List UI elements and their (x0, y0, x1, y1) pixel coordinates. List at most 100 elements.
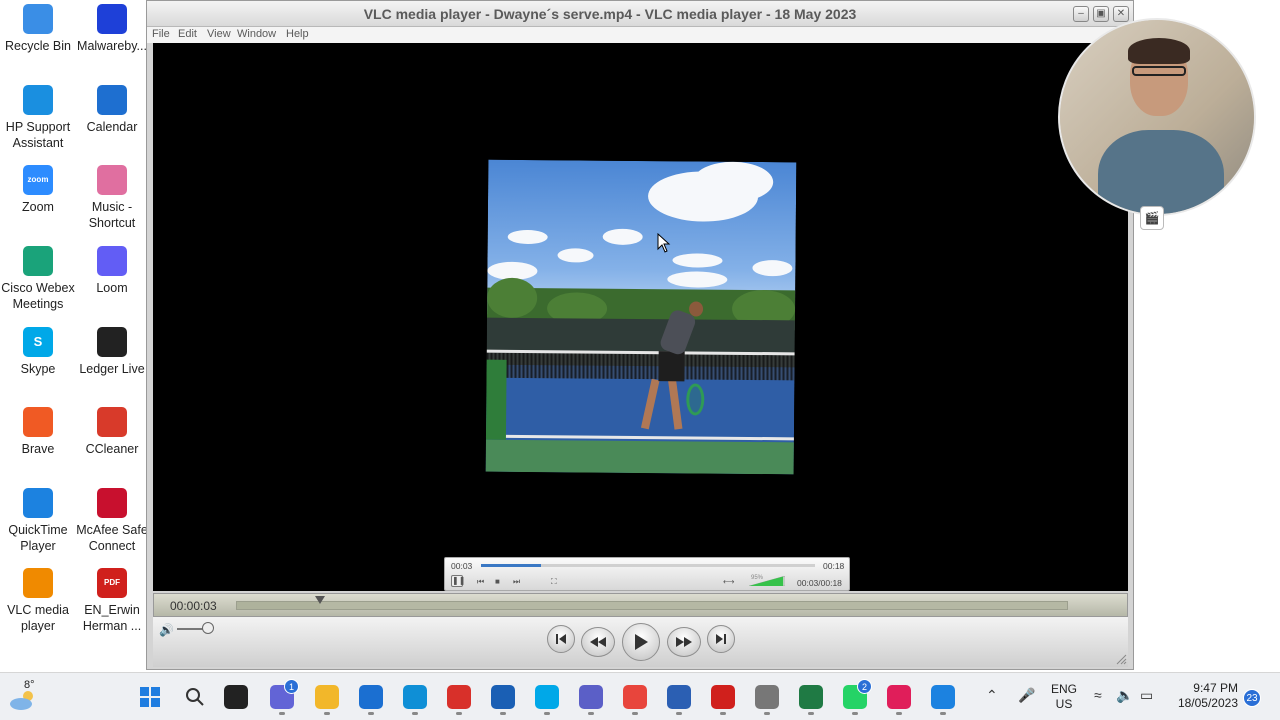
play-icon (635, 634, 648, 650)
webcam-bubble[interactable] (1058, 18, 1256, 216)
rewind-button[interactable] (581, 627, 615, 657)
frame-cloud (557, 248, 594, 263)
file-explorer-icon[interactable] (315, 685, 339, 709)
running-indicator (456, 712, 462, 715)
clock-date: 18/05/2023 (1177, 696, 1238, 710)
frame-player-head (689, 301, 704, 317)
excel-icon[interactable] (799, 685, 823, 709)
fast-forward-button[interactable] (667, 627, 701, 657)
running-indicator (588, 712, 594, 715)
skype-icon[interactable] (535, 685, 559, 709)
menu-edit[interactable]: Edit (178, 28, 197, 40)
search-icon[interactable] (183, 685, 207, 709)
desktop-icon[interactable]: Brave (0, 407, 76, 457)
title-bar[interactable]: VLC media player - Dwayne´s serve.mp4 - … (147, 1, 1133, 27)
menu-bar: File Edit View Window Help (147, 27, 1133, 43)
webcam-person-hair (1128, 38, 1190, 64)
edge-icon[interactable] (403, 685, 427, 709)
menu-file[interactable]: File (152, 28, 170, 40)
microphone-icon[interactable]: 🎤 (1018, 687, 1035, 704)
mini-stop-button[interactable]: ■ (495, 577, 500, 586)
snipping-tool-icon[interactable] (491, 685, 515, 709)
mini-time-readout: 00:03/00:18 (797, 578, 842, 588)
seek-slider[interactable] (236, 596, 1068, 610)
desktop-icon[interactable]: Calendar (74, 85, 150, 135)
chevron-up-icon[interactable]: ⌃ (986, 687, 998, 704)
video-area[interactable]: 00:03 00:18 ❚❚ ⏮ ■ ⏭ ⛶ ⟷ 95% 00:03/00:18 (153, 43, 1128, 591)
acrobat-icon[interactable] (711, 685, 735, 709)
desktop-icon-label: EN_Erwin Herman ... (82, 603, 142, 633)
skip-previous-icon (556, 634, 566, 644)
resize-grip-icon[interactable] (1115, 653, 1127, 665)
clock[interactable]: 9:47 PM 18/05/2023 (1168, 681, 1238, 711)
weather-widget[interactable]: 8° (8, 679, 42, 711)
mcafee-icon (97, 488, 127, 518)
zoom-icon: zoom (23, 165, 53, 195)
webex-icon (23, 246, 53, 276)
desktop-icon[interactable]: Recycle Bin (0, 4, 76, 54)
recording-controls-icon[interactable]: 🎬 (1140, 206, 1164, 230)
mini-loop-button[interactable]: ⟷ (723, 577, 734, 586)
skype-icon: S (23, 327, 53, 357)
desktop-icon[interactable]: Ledger Live (74, 327, 150, 377)
chrome-icon[interactable] (623, 685, 647, 709)
menu-window[interactable]: Window (237, 28, 276, 40)
mail-icon[interactable] (359, 685, 383, 709)
notification-badge[interactable]: 23 (1243, 689, 1261, 707)
quicktime-icon[interactable] (931, 685, 955, 709)
vlc-window[interactable]: VLC media player - Dwayne´s serve.mp4 - … (146, 0, 1134, 670)
mini-fullscreen-button[interactable]: ⛶ (551, 577, 557, 587)
desktop-icon[interactable]: zoom Zoom (0, 165, 76, 215)
desktop-icon-label: Recycle Bin (5, 39, 71, 53)
desktop-icon[interactable]: Malwareby... (74, 4, 150, 54)
mini-volume-label: 95% (751, 575, 764, 581)
screen-recorder-icon[interactable] (447, 685, 471, 709)
teams-icon[interactable] (579, 685, 603, 709)
desktop-icon[interactable]: S Skype (0, 327, 76, 377)
desktop-icon-label: Loom (96, 281, 128, 295)
mini-next-button[interactable]: ⏭ (513, 577, 520, 587)
mini-seek-slider[interactable] (481, 564, 815, 567)
seek-thumb[interactable] (315, 596, 325, 604)
desktop-icon[interactable]: McAfee Safe Connect (74, 488, 150, 554)
start-icon[interactable] (138, 685, 162, 709)
desktop-icon[interactable]: CCleaner (74, 407, 150, 457)
frame-cloud (752, 259, 793, 277)
desktop-icon[interactable]: Music - Shortcut (74, 165, 150, 231)
language-indicator[interactable]: ENG US (1048, 682, 1080, 712)
frame-net (486, 349, 795, 381)
frame-tree (486, 277, 538, 319)
mini-pause-button[interactable]: ❚❚ (451, 575, 465, 587)
desktop-icon-label: VLC media player (7, 603, 69, 633)
mini-controller[interactable]: 00:03 00:18 ❚❚ ⏮ ■ ⏭ ⛶ ⟷ 95% 00:03/00:18 (444, 557, 850, 591)
menu-view[interactable]: View (207, 28, 231, 40)
desktop-icon[interactable]: Cisco Webex Meetings (0, 246, 76, 312)
desktop-icon[interactable]: HP Support Assistant (0, 85, 76, 151)
battery-icon[interactable]: ▭ (1140, 687, 1153, 704)
quicktime-icon (23, 488, 53, 518)
volume-icon[interactable]: 🔈 (1116, 687, 1133, 704)
running-indicator (279, 712, 285, 715)
wifi-icon[interactable]: ≈ (1094, 687, 1102, 703)
menu-help[interactable]: Help (286, 28, 309, 40)
desktop-icon[interactable]: VLC media player (0, 568, 76, 634)
frame-player-shorts (658, 351, 685, 382)
play-button[interactable] (622, 623, 660, 661)
desktop-icon-label: Brave (21, 442, 55, 456)
previous-button[interactable] (547, 625, 575, 653)
word-icon[interactable] (667, 685, 691, 709)
desktop-icon-label: QuickTime Player (8, 523, 68, 553)
slack-icon[interactable] (887, 685, 911, 709)
desktop-icon[interactable]: PDF EN_Erwin Herman ... (74, 568, 150, 634)
running-indicator (852, 712, 858, 715)
volume-thumb[interactable] (201, 622, 214, 634)
settings-icon[interactable] (755, 685, 779, 709)
running-indicator (412, 712, 418, 715)
mini-prev-button[interactable]: ⏮ (477, 577, 484, 587)
speaker-icon[interactable]: 🔊 (159, 623, 174, 637)
desktop-icon[interactable]: Loom (74, 246, 150, 296)
running-indicator (940, 712, 946, 715)
desktop-icon[interactable]: QuickTime Player (0, 488, 76, 554)
next-button[interactable] (707, 625, 735, 653)
task-view-icon[interactable] (224, 685, 248, 709)
